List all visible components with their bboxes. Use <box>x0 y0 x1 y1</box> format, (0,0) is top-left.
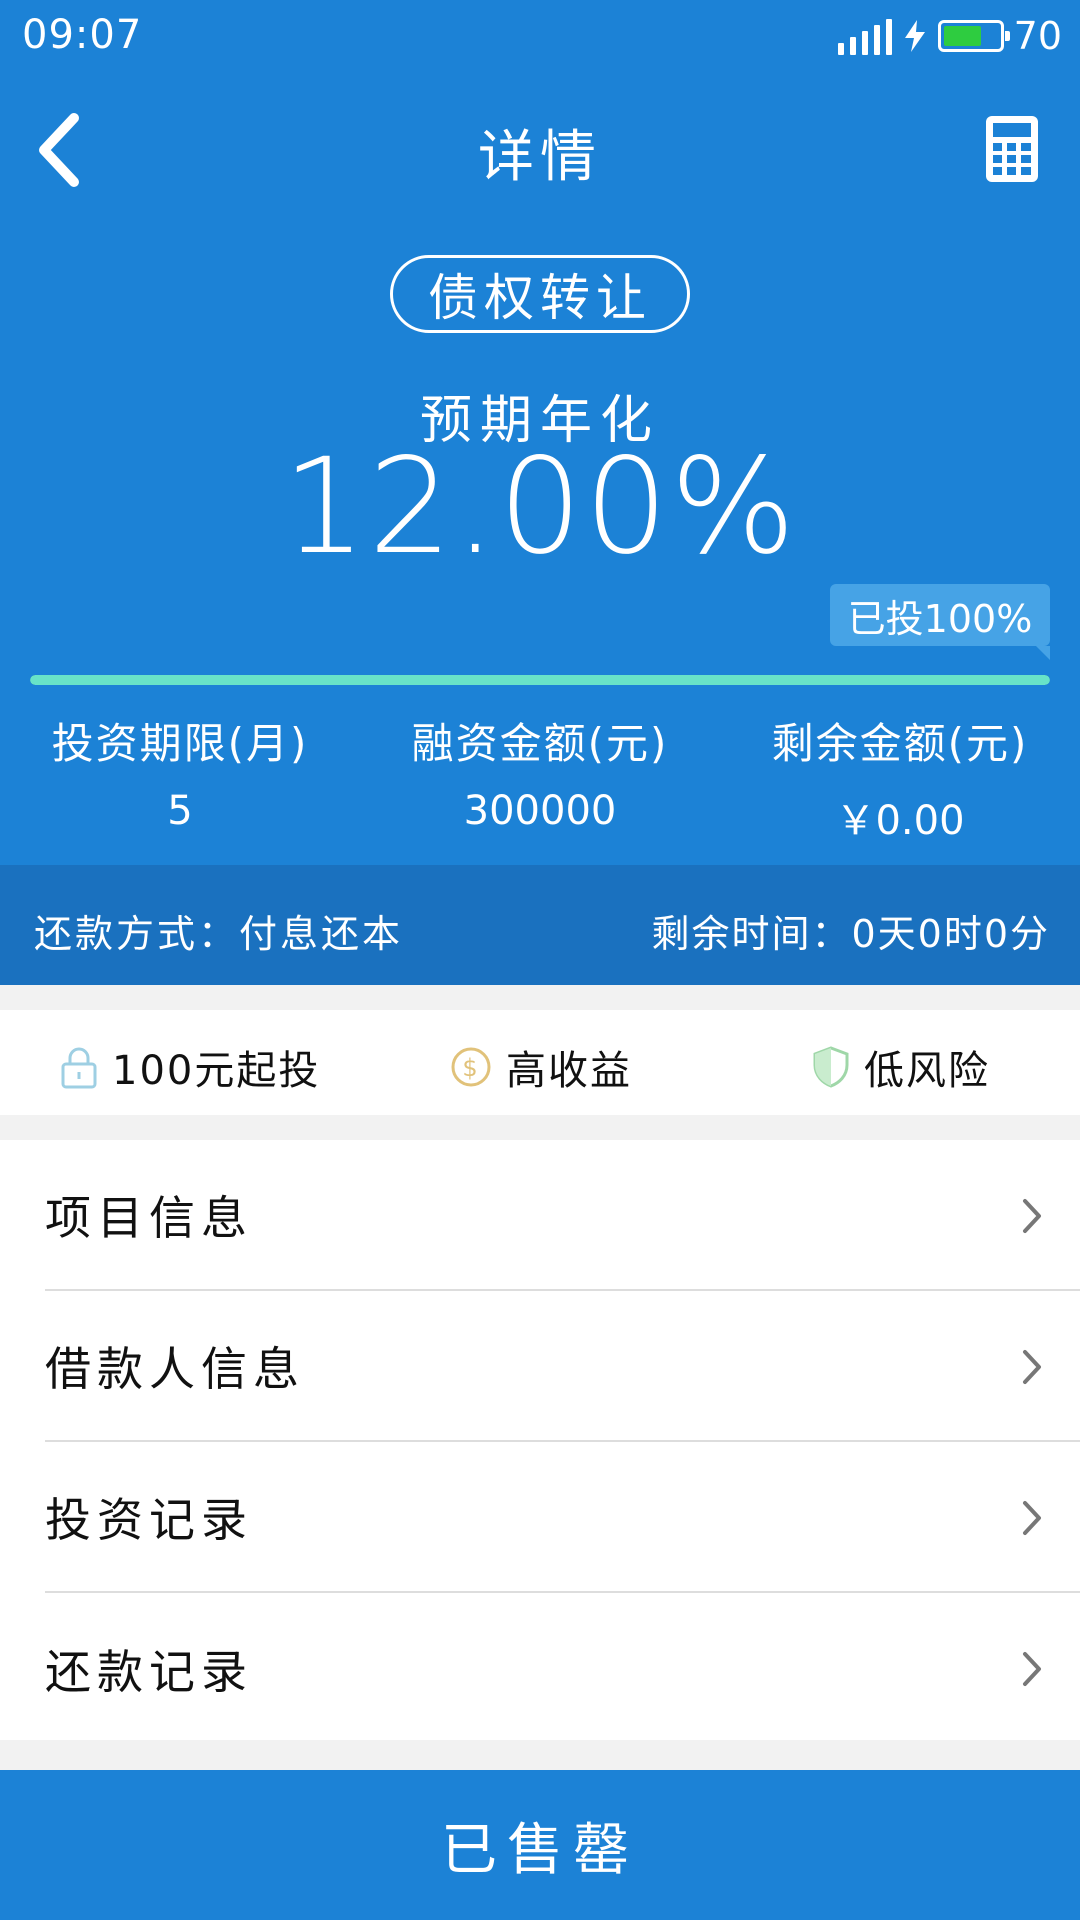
progress-bar <box>30 675 1050 685</box>
battery-icon <box>937 20 1010 52</box>
time-remaining: 剩余时间：0天0时0分 <box>651 912 1050 956</box>
menu-item-label: 项目信息 <box>45 1190 253 1245</box>
chevron-right-icon <box>1023 1501 1041 1535</box>
status-time: 09:07 <box>22 12 143 58</box>
charging-icon <box>904 20 925 52</box>
menu-item-label: 还款记录 <box>45 1644 253 1699</box>
detail-menu: 项目信息 借款人信息 投资记录 还款记录 <box>0 1140 1080 1740</box>
lock-icon <box>61 1047 97 1089</box>
page-title: 详情 <box>478 125 602 190</box>
progress-bubble: 已投100% <box>830 584 1050 660</box>
stat-value: 300000 <box>463 788 617 834</box>
product-type-tag: 债权转让 <box>390 255 690 333</box>
feature-label: 高收益 <box>506 1048 632 1094</box>
status-indicators: 70 <box>837 14 1062 58</box>
menu-item-project-info[interactable]: 项目信息 <box>45 1140 1080 1291</box>
battery-level: 70 <box>1013 14 1062 58</box>
stat-remaining-amount: 剩余金额(元) ￥0.00 <box>720 712 1080 852</box>
menu-item-label: 借款人信息 <box>45 1341 305 1396</box>
feature-label: 100元起投 <box>112 1048 321 1094</box>
stat-financing-amount: 融资金额(元) 300000 <box>360 712 720 852</box>
menu-item-label: 投资记录 <box>45 1492 253 1547</box>
header-hero: 09:07 70 详情 债权转让 预期年化 12.00% 已投100% 投资期限… <box>0 0 1080 865</box>
chevron-right-icon <box>1023 1199 1041 1233</box>
signal-icon <box>837 17 892 55</box>
features-strip: 100元起投 $ 高收益 低风险 <box>0 1010 1080 1115</box>
repayment-method: 还款方式：付息还本 <box>34 912 404 956</box>
progress-fill <box>30 675 1050 685</box>
sold-out-button[interactable]: 已售罄 <box>0 1770 1080 1920</box>
stat-term: 投资期限(月) 5 <box>0 712 360 852</box>
svg-text:$: $ <box>462 1054 479 1082</box>
stats-row: 投资期限(月) 5 融资金额(元) 300000 剩余金额(元) ￥0.00 <box>0 712 1080 852</box>
dollar-coin-icon: $ <box>451 1047 491 1087</box>
status-bar: 09:07 70 <box>0 0 1080 70</box>
menu-item-repayment-records[interactable]: 还款记录 <box>45 1593 1080 1744</box>
stat-label: 剩余金额(元) <box>771 719 1029 768</box>
repayment-bar: 还款方式：付息还本 剩余时间：0天0时0分 <box>0 865 1080 985</box>
feature-high-yield: $ 高收益 <box>450 1038 632 1096</box>
chevron-right-icon <box>1023 1350 1041 1384</box>
menu-item-investment-records[interactable]: 投资记录 <box>45 1442 1080 1593</box>
feature-low-risk: 低风险 <box>812 1038 990 1096</box>
calculator-icon[interactable] <box>984 114 1040 184</box>
battery-fill <box>943 26 982 46</box>
stat-value: 5 <box>167 788 193 834</box>
stat-label: 融资金额(元) <box>411 719 669 768</box>
menu-item-borrower-info[interactable]: 借款人信息 <box>45 1291 1080 1442</box>
feature-label: 低风险 <box>864 1048 990 1094</box>
chevron-right-icon <box>1023 1652 1041 1686</box>
feature-min-investment: 100元起投 <box>60 1038 320 1096</box>
rate-value: 12.00% <box>282 430 798 584</box>
stat-value: ￥0.00 <box>835 798 965 844</box>
shield-icon <box>813 1046 849 1088</box>
stat-label: 投资期限(月) <box>51 719 309 768</box>
